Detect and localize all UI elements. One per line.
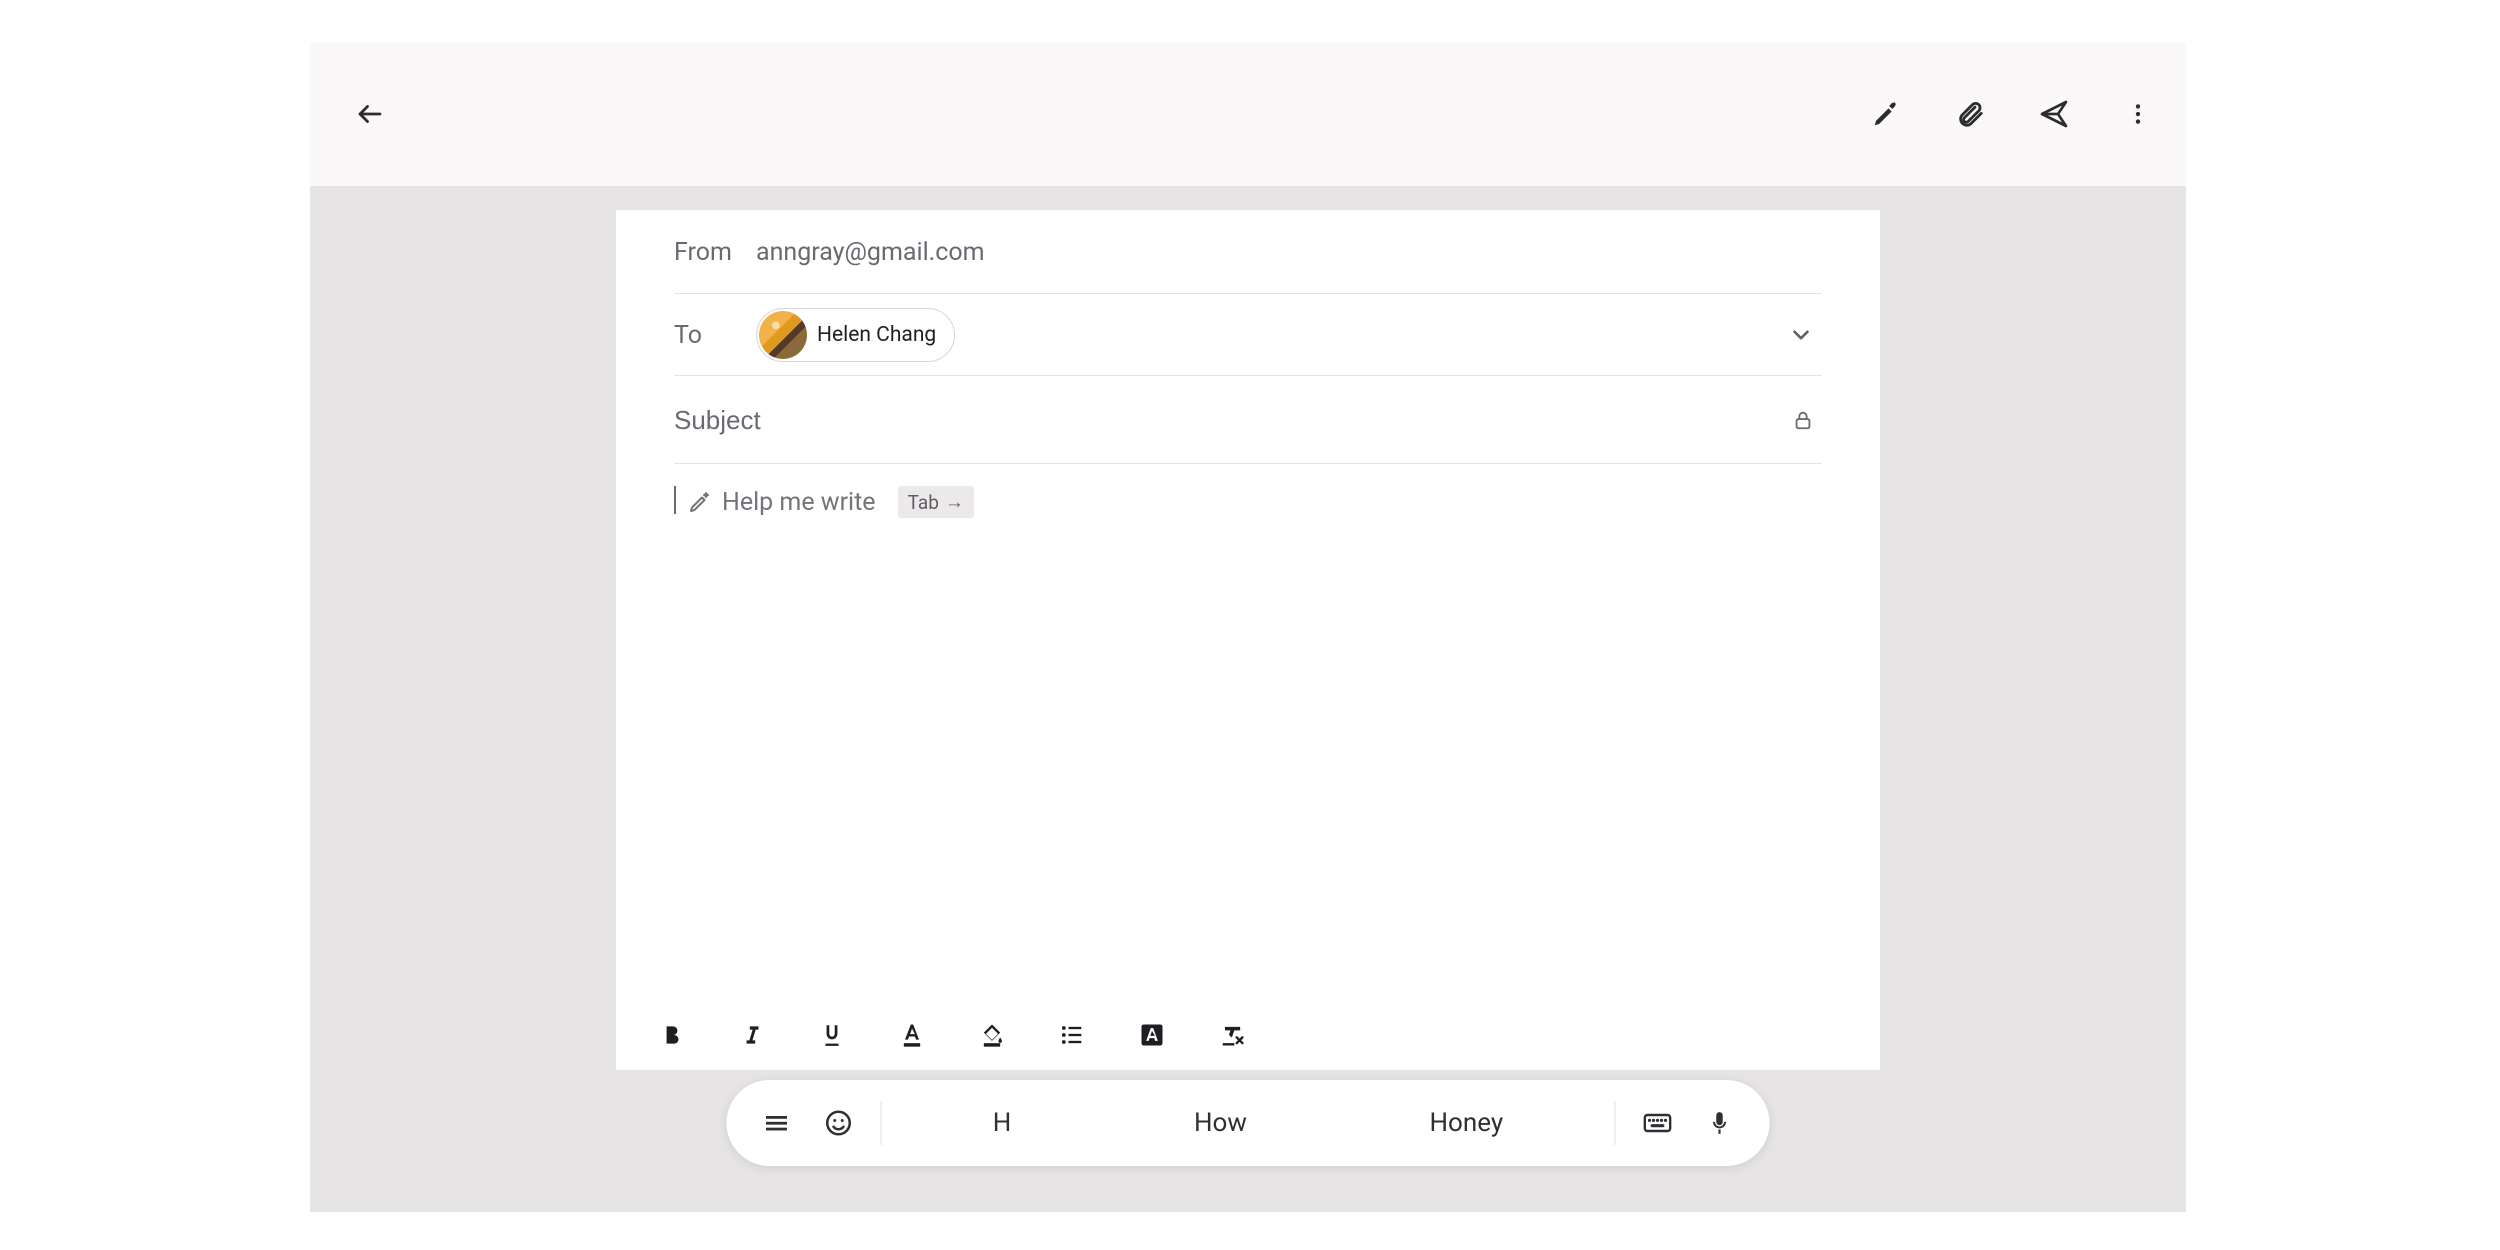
expand-recipients-button[interactable] (1788, 322, 1814, 348)
magic-pen-button[interactable] (1866, 94, 1906, 134)
arrow-left-icon (355, 99, 385, 129)
help-me-write-prompt[interactable]: Help me write Tab → (688, 486, 974, 518)
recipient-name: Helen Chang (817, 323, 936, 347)
text-cursor (674, 486, 676, 514)
font-background-button[interactable] (1132, 1015, 1172, 1055)
to-row[interactable]: To Helen Chang (616, 294, 1880, 376)
clear-format-icon (1218, 1021, 1246, 1049)
bulleted-list-button[interactable] (1052, 1015, 1092, 1055)
chevron-down-icon (1788, 322, 1814, 348)
recipient-chip[interactable]: Helen Chang (756, 308, 955, 362)
italic-button[interactable] (732, 1015, 772, 1055)
more-vert-icon (2125, 101, 2151, 127)
underline-button[interactable] (812, 1015, 852, 1055)
paperclip-icon (1955, 99, 1985, 129)
mic-icon (1707, 1110, 1733, 1136)
subject-row[interactable] (616, 376, 1880, 464)
suggestion-3[interactable]: Honey (1420, 1108, 1514, 1138)
magic-pen-icon (688, 490, 712, 514)
hamburger-icon (763, 1109, 791, 1137)
send-button[interactable] (2034, 94, 2074, 134)
highlight-color-button[interactable] (972, 1015, 1012, 1055)
suggestion-1[interactable]: H (983, 1108, 1022, 1138)
emoji-button[interactable] (817, 1108, 861, 1138)
top-actions (1866, 94, 2158, 134)
underline-icon (819, 1022, 845, 1048)
voice-input-button[interactable] (1698, 1110, 1742, 1136)
top-bar (310, 42, 2186, 186)
separator (881, 1101, 882, 1145)
list-icon (1058, 1021, 1086, 1049)
app-frame: From anngray@gmail.com To Helen Chang (310, 42, 2186, 1212)
formatting-toolbar (616, 998, 1880, 1070)
from-label: From (674, 238, 756, 267)
paint-bucket-icon (978, 1021, 1006, 1049)
font-bg-icon (1138, 1021, 1166, 1049)
tab-hint-text: Tab (908, 491, 939, 514)
text-color-icon (898, 1021, 926, 1049)
clear-formatting-button[interactable] (1212, 1015, 1252, 1055)
subject-input[interactable] (674, 405, 1574, 436)
keyboard-suggestion-bar: H How Honey (727, 1080, 1770, 1166)
bold-icon (659, 1022, 685, 1048)
confidential-mode-button[interactable] (1792, 409, 1814, 431)
email-body[interactable]: Help me write Tab → (616, 464, 1880, 540)
from-row[interactable]: From anngray@gmail.com (616, 210, 1880, 294)
keyboard-icon (1642, 1107, 1674, 1139)
help-me-write-label: Help me write (722, 488, 876, 517)
keyboard-toggle-button[interactable] (1636, 1107, 1680, 1139)
to-label: To (674, 321, 756, 350)
separator (1615, 1101, 1616, 1145)
from-value: anngray@gmail.com (756, 238, 985, 267)
send-icon (2038, 98, 2070, 130)
tab-hint-arrow: → (945, 490, 964, 514)
keyboard-menu-button[interactable] (755, 1109, 799, 1137)
suggestion-2[interactable]: How (1184, 1108, 1257, 1138)
magic-pen-icon (1871, 99, 1901, 129)
compose-card: From anngray@gmail.com To Helen Chang (616, 210, 1880, 1070)
text-color-button[interactable] (892, 1015, 932, 1055)
attach-button[interactable] (1950, 94, 1990, 134)
tab-hint: Tab → (898, 486, 974, 518)
divider (674, 463, 1822, 464)
emoji-icon (824, 1108, 854, 1138)
lock-icon (1792, 409, 1814, 431)
more-button[interactable] (2118, 94, 2158, 134)
avatar (759, 311, 807, 359)
back-button[interactable] (346, 90, 394, 138)
bold-button[interactable] (652, 1015, 692, 1055)
suggestions: H How Honey (902, 1108, 1595, 1138)
italic-icon (739, 1022, 765, 1048)
